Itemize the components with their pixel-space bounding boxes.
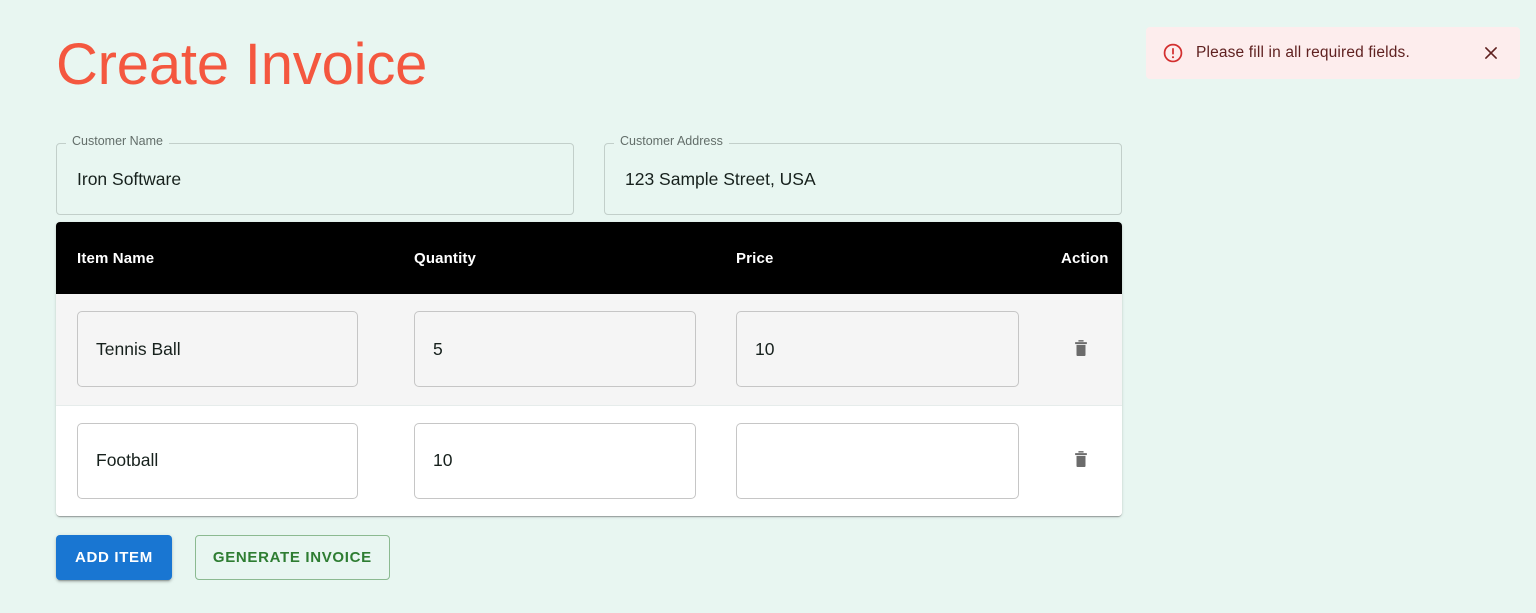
page-title: Create Invoice [56,32,428,97]
item-name-input-row-2[interactable] [77,422,358,499]
required-fields-alert: Please fill in all required fields. [1146,27,1520,79]
items-table: Item Name Quantity Price Action [56,222,1122,516]
cell-item-name [56,294,398,405]
cell-quantity [398,404,720,516]
delete-row-button-1[interactable] [1061,329,1101,369]
customer-name-field[interactable]: Customer Name [56,135,574,215]
table-row [56,294,1122,405]
generate-invoice-button[interactable]: GENERATE INVOICE [194,535,390,580]
customer-fields: Customer Name Customer Address [56,135,1122,215]
column-header-price: Price [720,222,1045,294]
trash-icon [1070,337,1092,362]
add-item-button[interactable]: ADD ITEM [56,535,172,580]
column-header-action: Action [1045,222,1122,294]
cell-price [720,294,1045,405]
items-table-head: Item Name Quantity Price Action [56,222,1122,294]
close-icon[interactable] [1474,36,1508,70]
alert-message: Please fill in all required fields. [1196,44,1410,61]
column-header-item-name: Item Name [56,222,398,294]
table-header-row: Item Name Quantity Price Action [56,222,1122,294]
quantity-input-row-2[interactable] [414,422,696,499]
table-row [56,404,1122,516]
cell-quantity [398,294,720,405]
delete-row-button-2[interactable] [1061,441,1101,481]
error-circle-icon [1162,42,1184,64]
item-name-input-row-1[interactable] [77,311,358,388]
cell-price [720,404,1045,516]
customer-name-input[interactable] [56,143,574,215]
price-input-row-1[interactable] [736,311,1019,388]
form-actions: ADD ITEM GENERATE INVOICE [56,535,390,580]
customer-address-field[interactable]: Customer Address [604,135,1122,215]
items-table-body [56,294,1122,516]
cell-action [1045,404,1122,516]
quantity-input-row-1[interactable] [414,311,696,388]
cell-item-name [56,404,398,516]
customer-address-input[interactable] [604,143,1122,215]
items-table-container: Item Name Quantity Price Action [56,222,1122,516]
column-header-quantity: Quantity [398,222,720,294]
price-input-row-2[interactable] [736,422,1019,499]
trash-icon [1070,448,1092,473]
cell-action [1045,294,1122,405]
